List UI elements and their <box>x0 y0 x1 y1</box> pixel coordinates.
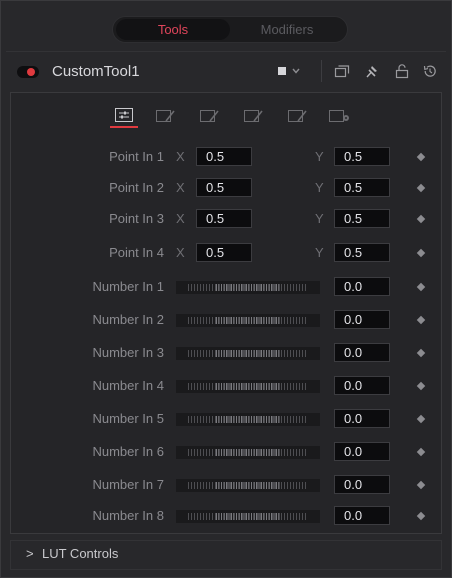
controls-tab[interactable] <box>110 104 138 128</box>
header-divider <box>321 60 322 82</box>
color-swatch-icon <box>278 67 300 75</box>
color-swatch-dropdown[interactable] <box>276 62 308 80</box>
slider-ticks <box>216 482 280 489</box>
inspector-tabbar: Tools Modifiers <box>112 16 348 43</box>
number-in-label: Number In 5 <box>92 411 164 426</box>
x-axis-label: X <box>176 180 185 195</box>
y-axis-label: Y <box>315 149 324 164</box>
edit-tab-4[interactable] <box>284 104 312 128</box>
chevron-right-icon[interactable]: > <box>26 546 34 561</box>
point-y-input[interactable]: 0.5 <box>334 147 390 166</box>
point-in-label: Point In 4 <box>109 245 164 260</box>
point-y-input[interactable]: 0.5 <box>334 178 390 197</box>
number-in-label: Number In 8 <box>92 508 164 523</box>
point-x-input[interactable]: 0.5 <box>196 178 252 197</box>
lock-button[interactable] <box>393 62 411 80</box>
point-x-input[interactable]: 0.5 <box>196 243 252 262</box>
tab-tools[interactable]: Tools <box>116 19 230 40</box>
number-slider[interactable] <box>176 380 320 393</box>
number-in-label: Number In 2 <box>92 312 164 327</box>
point-in-label: Point In 3 <box>109 211 164 226</box>
number-in-label: Number In 7 <box>92 477 164 492</box>
versions-icon <box>334 65 350 78</box>
number-in-label: Number In 3 <box>92 345 164 360</box>
edit-tab-2[interactable] <box>196 104 224 128</box>
version-button[interactable] <box>333 62 351 80</box>
point-in-label: Point In 2 <box>109 180 164 195</box>
tool-name: CustomTool1 <box>52 63 140 80</box>
slider-ticks <box>216 449 280 456</box>
number-input[interactable]: 0.0 <box>334 475 390 494</box>
reset-icon <box>423 65 436 77</box>
slider-ticks <box>216 513 280 520</box>
lut-controls-label[interactable]: LUT Controls <box>42 546 118 561</box>
number-slider[interactable] <box>176 413 320 426</box>
slider-ticks <box>216 383 280 390</box>
reset-button[interactable] <box>421 62 439 80</box>
slider-ticks <box>216 284 280 291</box>
pin-button[interactable] <box>363 62 381 80</box>
number-slider[interactable] <box>176 510 320 523</box>
tool-enable-toggle[interactable] <box>17 66 39 78</box>
y-axis-label: Y <box>315 180 324 195</box>
number-slider[interactable] <box>176 314 320 327</box>
divider <box>6 51 446 52</box>
point-x-input[interactable]: 0.5 <box>196 209 252 228</box>
point-y-input[interactable]: 0.5 <box>334 243 390 262</box>
y-axis-label: Y <box>315 245 324 260</box>
edit-icon <box>200 110 219 122</box>
number-input[interactable]: 0.0 <box>334 310 390 329</box>
x-axis-label: X <box>176 149 185 164</box>
number-input[interactable]: 0.0 <box>334 506 390 525</box>
point-in-label: Point In 1 <box>109 149 164 164</box>
sliders-icon <box>115 108 133 122</box>
settings-icon <box>329 110 349 122</box>
number-input[interactable]: 0.0 <box>334 376 390 395</box>
number-in-label: Number In 1 <box>92 279 164 294</box>
edit-tab-1[interactable] <box>152 104 180 128</box>
pin-icon <box>366 66 377 78</box>
number-input[interactable]: 0.0 <box>334 409 390 428</box>
point-y-input[interactable]: 0.5 <box>334 209 390 228</box>
number-in-label: Number In 4 <box>92 378 164 393</box>
number-input[interactable]: 0.0 <box>334 343 390 362</box>
number-slider[interactable] <box>176 479 320 492</box>
toggle-indicator <box>27 68 35 76</box>
x-axis-label: X <box>176 211 185 226</box>
tab-modifiers[interactable]: Modifiers <box>231 19 343 40</box>
x-axis-label: X <box>176 245 185 260</box>
number-input[interactable]: 0.0 <box>334 442 390 461</box>
number-in-label: Number In 6 <box>92 444 164 459</box>
slider-ticks <box>216 317 280 324</box>
edit-tab-3[interactable] <box>240 104 268 128</box>
number-input[interactable]: 0.0 <box>334 277 390 296</box>
edit-icon <box>288 110 307 122</box>
edit-icon <box>244 110 263 122</box>
slider-ticks <box>216 350 280 357</box>
slider-ticks <box>216 416 280 423</box>
number-slider[interactable] <box>176 281 320 294</box>
number-slider[interactable] <box>176 446 320 459</box>
lock-icon <box>395 64 409 79</box>
point-x-input[interactable]: 0.5 <box>196 147 252 166</box>
y-axis-label: Y <box>315 211 324 226</box>
edit-icon <box>156 110 175 122</box>
settings-tab[interactable] <box>326 104 354 128</box>
number-slider[interactable] <box>176 347 320 360</box>
